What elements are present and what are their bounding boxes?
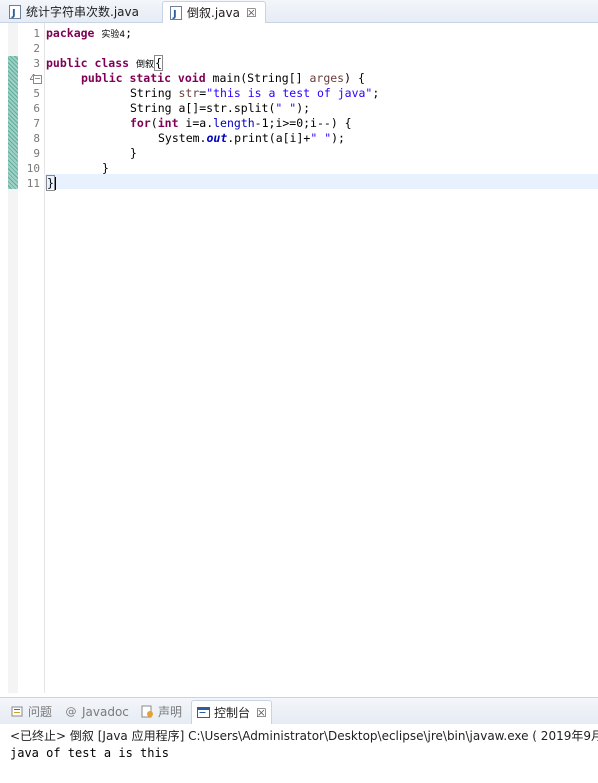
tab-label: 问题	[28, 705, 53, 719]
line-number: 5	[33, 87, 40, 100]
tab-label: 倒叙.java	[187, 6, 240, 20]
line-number: 8	[33, 132, 40, 145]
view-tab-bar: 问题 @ Javadoc 声明 控制台 ☒	[0, 697, 598, 725]
code-line-8: System.out.print(a[i]+" ");	[158, 131, 345, 145]
code-line-9: }	[130, 146, 137, 160]
code-line-4: public static void main(String[] arges) …	[81, 71, 365, 85]
tab-problems[interactable]: 问题	[10, 701, 52, 722]
console-status: <已终止> 倒叙 [Java 应用程序] C:\Users\Administra…	[10, 729, 598, 743]
code-line-5: String str="this is a test of java";	[130, 86, 380, 100]
tab-declaration[interactable]: 声明	[140, 701, 182, 722]
tab-console[interactable]: 控制台 ☒	[191, 700, 272, 724]
console-icon	[196, 706, 210, 720]
tab-reverse-java[interactable]: J 倒叙.java ☒	[162, 1, 266, 23]
tab-label: 控制台	[214, 706, 251, 720]
line-number-gutter: 1 2 3 4 5 6 7 8 9 10 11	[18, 23, 45, 693]
svg-text:J: J	[11, 8, 16, 19]
tab-label: Javadoc	[82, 704, 129, 719]
editor-tab-bar: J 统计字符串次数.java J 倒叙.java ☒	[0, 0, 598, 23]
code-line-6: String a[]=str.split(" ");	[130, 101, 311, 115]
svg-text:J: J	[172, 9, 177, 20]
code-line-1: package 实验4;	[46, 26, 133, 40]
close-icon[interactable]: ☒	[256, 706, 267, 720]
java-file-icon: J	[169, 5, 182, 20]
console-panel[interactable]: <已终止> 倒叙 [Java 应用程序] C:\Users\Administra…	[0, 724, 598, 783]
overview-ruler	[8, 23, 18, 693]
close-icon[interactable]: ☒	[246, 6, 257, 20]
tab-statistics-java[interactable]: J 统计字符串次数.java	[2, 1, 160, 22]
change-marker	[8, 56, 18, 189]
line-number: 6	[33, 102, 40, 115]
java-file-icon: J	[8, 4, 21, 19]
line-number: 2	[33, 42, 40, 55]
problems-icon	[10, 705, 24, 719]
tab-label: 统计字符串次数.java	[26, 5, 139, 19]
code-line-10: }	[102, 161, 109, 175]
line-number: 3	[33, 57, 40, 70]
tab-label: 声明	[158, 705, 183, 719]
line-number: 1	[33, 27, 40, 40]
code-line-11: }	[46, 175, 56, 191]
line-number: 11	[26, 177, 40, 190]
code-line-3: public class 倒叙{	[46, 55, 163, 71]
console-output: java of test a is this	[10, 746, 169, 760]
fold-collapse-icon[interactable]: −	[33, 75, 42, 84]
line-number: 9	[33, 147, 40, 160]
at-icon: @	[65, 705, 77, 718]
code-text[interactable]: package 实验4; public class 倒叙{ public sta…	[44, 23, 598, 693]
line-number: 10	[26, 162, 40, 175]
tab-javadoc[interactable]: @ Javadoc	[64, 701, 129, 722]
line-number: 7	[33, 117, 40, 130]
declaration-icon	[140, 705, 154, 719]
code-editor[interactable]: 1 2 3 4 5 6 7 8 9 10 11 − package 实验4; p…	[0, 23, 598, 715]
code-line-7: for(int i=a.length-1;i>=0;i--) {	[130, 116, 352, 130]
text-cursor	[54, 177, 56, 190]
